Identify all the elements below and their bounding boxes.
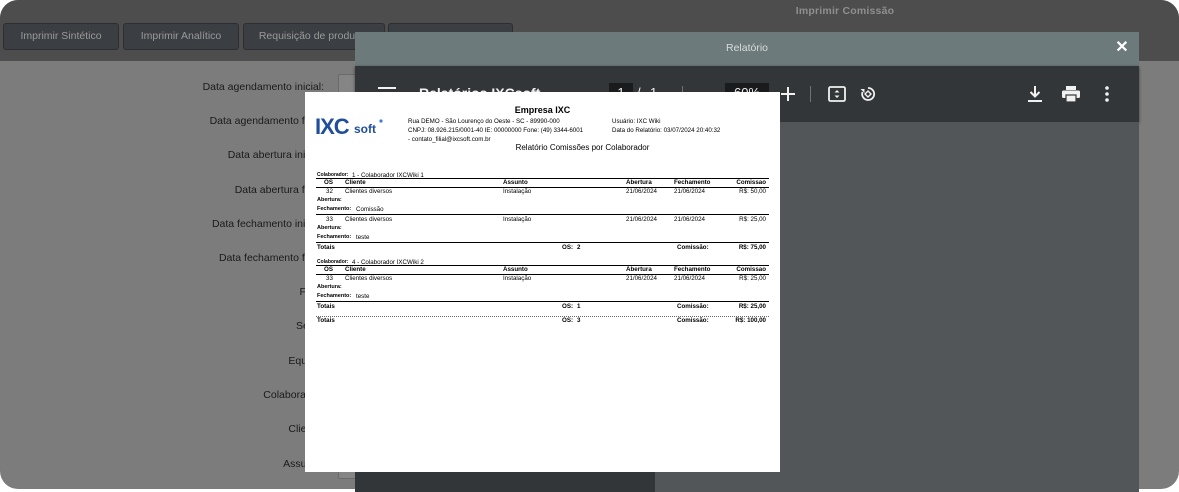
report-date: Data do Relatório: 03/07/2024 20:40:32 xyxy=(612,127,721,134)
col-header-abertura: Abertura xyxy=(626,179,652,186)
fechamento-obs: teste xyxy=(356,293,370,300)
row-fechamento: 21/06/2024 xyxy=(674,188,705,195)
row-abertura: 21/06/2024 xyxy=(626,275,657,282)
col-header-fechamento: Fechamento xyxy=(674,179,711,186)
form-row: Data abertura inicial: xyxy=(0,142,368,170)
close-icon[interactable]: ✕ xyxy=(1115,40,1129,56)
group-os-label: OS: xyxy=(562,303,574,310)
col-header-assunto: Assunto xyxy=(503,266,528,273)
fechamento-label: Fechamento: xyxy=(317,206,352,212)
svg-text:soft: soft xyxy=(354,122,376,136)
fechamento-label: Fechamento: xyxy=(317,293,352,299)
group-total-label: Totais xyxy=(317,303,335,310)
form-row: Assunto: xyxy=(0,451,368,479)
col-header-abertura: Abertura xyxy=(626,266,652,273)
download-icon[interactable] xyxy=(1025,84,1045,104)
col-header-cliente: Cliente xyxy=(345,179,366,186)
tab-imprimir-analitico[interactable]: Imprimir Analítico xyxy=(123,23,239,50)
col-header-os: OS xyxy=(324,179,333,186)
more-options-icon[interactable] xyxy=(1097,84,1117,104)
grand-os-label: OS: xyxy=(562,317,574,324)
toolbar-divider xyxy=(810,86,811,102)
modal-header: Relatório ✕ xyxy=(355,32,1139,66)
col-header-os: OS xyxy=(324,266,333,273)
col-header-comissao: Comissao xyxy=(736,266,766,273)
report-address: Rua DEMO - São Lourenço do Oeste - SC - … xyxy=(408,118,560,125)
form-row: Data agendamento inicial: xyxy=(0,74,368,102)
col-header-fechamento: Fechamento xyxy=(674,266,711,273)
row-abertura: 21/06/2024 xyxy=(626,216,657,223)
report-user: Usuário: IXC Wiki xyxy=(612,118,661,125)
row-cliente: Clientes diversos xyxy=(345,188,393,195)
group-comissao-total: R$: 25,00 xyxy=(738,303,766,310)
row-assunto: Instalação xyxy=(503,216,532,223)
abertura-label: Abertura: xyxy=(317,225,342,231)
fechamento-obs: Comissão xyxy=(356,206,384,213)
row-comissao: R$: 50,00 xyxy=(739,188,766,195)
fit-page-icon[interactable] xyxy=(827,84,847,104)
row-comissao: R$: 25,00 xyxy=(739,216,766,223)
form-row: Data fechamento inicial: xyxy=(0,211,368,239)
tab-imprimir-sintetico[interactable]: Imprimir Sintético xyxy=(3,23,119,50)
row-cliente: Clientes diversos xyxy=(345,275,393,282)
modal-title: Relatório xyxy=(725,42,769,54)
fechamento-label: Fechamento: xyxy=(317,234,352,240)
form-row: Setor: xyxy=(0,313,368,341)
group-comissao-total: R$: 75,00 xyxy=(738,244,766,251)
app-title: Imprimir Comissão xyxy=(795,5,895,17)
row-os: 33 xyxy=(326,275,333,282)
print-icon[interactable] xyxy=(1061,84,1081,104)
report-title: Relatório Comissões por Colaborador xyxy=(515,143,650,152)
grand-comissao-label: Comissão: xyxy=(677,317,709,324)
group-os-count: 2 xyxy=(577,244,581,251)
col-header-comissao: Comissao xyxy=(736,179,766,186)
group-os-label: OS: xyxy=(562,244,574,251)
form-row: Data fechamento final: xyxy=(0,245,368,273)
row-assunto: Instalação xyxy=(503,275,532,282)
col-header-assunto: Assunto xyxy=(503,179,528,186)
form-row: Data agendamento final: xyxy=(0,108,368,136)
report-divider xyxy=(316,242,769,243)
row-fechamento: 21/06/2024 xyxy=(674,275,705,282)
report-cnpj: CNPJ: 08.926.215/0001-40 IE: 00000000 Fo… xyxy=(408,127,584,134)
report-divider xyxy=(316,301,769,302)
form-row: Colaborador: xyxy=(0,382,368,410)
group-comissao-label: Comissão: xyxy=(677,303,709,310)
form-row: Data abertura final: xyxy=(0,177,368,205)
zoom-in-icon[interactable] xyxy=(778,84,798,104)
rotate-icon[interactable] xyxy=(858,84,878,104)
row-abertura: 21/06/2024 xyxy=(626,188,657,195)
form-row: Equipe: xyxy=(0,348,368,376)
grand-os-count: 3 xyxy=(577,317,581,324)
pdf-page: IXC soft Empresa IXC Rua DEMO - São Lour… xyxy=(305,92,780,472)
grand-comissao-total: R$: 100,00 xyxy=(735,317,766,324)
form-row: Cliente: xyxy=(0,416,368,444)
row-cliente: Clientes diversos xyxy=(345,216,393,223)
group-os-count: 1 xyxy=(577,303,581,310)
report-divider xyxy=(316,214,769,215)
row-os: 32 xyxy=(326,188,333,195)
report-company-name: Empresa IXC xyxy=(514,105,571,115)
group-total-label: Totais xyxy=(317,244,335,251)
row-comissao: R$: 25,00 xyxy=(739,275,766,282)
svg-text:IXC: IXC xyxy=(315,114,350,138)
fechamento-obs: teste xyxy=(356,234,370,241)
ixcsoft-logo: IXC soft xyxy=(315,114,387,143)
abertura-label: Abertura: xyxy=(317,284,342,290)
report-email: - contato_filial@ixcsoft.com.br xyxy=(408,136,491,143)
col-header-cliente: Cliente xyxy=(345,266,366,273)
row-fechamento: 21/06/2024 xyxy=(674,216,705,223)
grand-total-label: Totais xyxy=(317,317,335,324)
abertura-label: Abertura: xyxy=(317,197,342,203)
form-row: Filial: xyxy=(0,279,368,307)
group-comissao-label: Comissão: xyxy=(677,244,709,251)
row-os: 33 xyxy=(326,216,333,223)
row-assunto: Instalação xyxy=(503,188,532,195)
